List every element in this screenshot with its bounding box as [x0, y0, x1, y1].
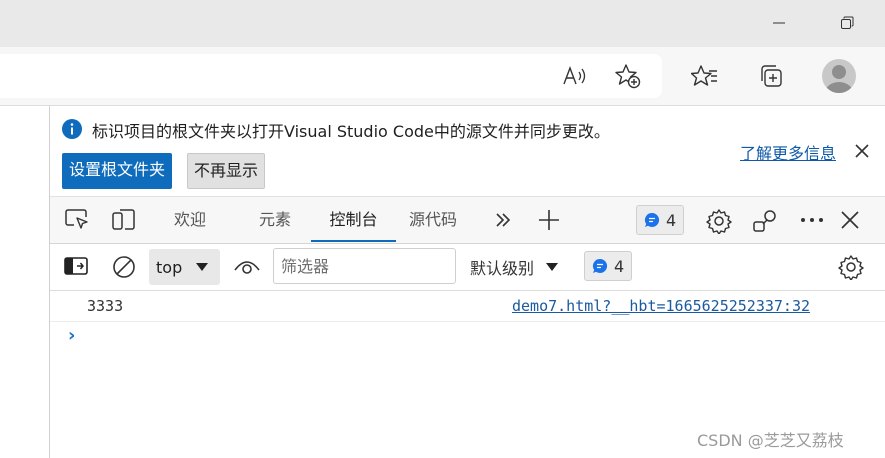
- tab-elements[interactable]: 元素: [259, 197, 291, 242]
- devtools-tabbar: 欢迎 元素 控制台 源代码 4: [50, 197, 885, 244]
- devtools-panel: 标识项目的根文件夹以打开Visual Studio Code中的源文件并同步更改…: [50, 106, 885, 458]
- collections-icon[interactable]: [754, 59, 788, 93]
- eye-icon[interactable]: [234, 258, 260, 276]
- console-message-text: 3333: [87, 297, 124, 315]
- more-tabs-icon[interactable]: [494, 211, 512, 229]
- issues-count: 4: [666, 210, 677, 230]
- learn-more-link[interactable]: 了解更多信息: [740, 140, 836, 164]
- profile-icon[interactable]: [822, 59, 856, 93]
- console-prompt[interactable]: ›: [68, 325, 75, 346]
- tab-sources[interactable]: 源代码: [409, 197, 457, 242]
- customize-icon[interactable]: [753, 209, 779, 233]
- infobar-message: 标识项目的根文件夹以打开Visual Studio Code中的源文件并同步更改…: [92, 122, 610, 141]
- window-titlebar: [0, 0, 885, 47]
- log-level-label: 默认级别: [470, 259, 535, 278]
- device-emulation-icon[interactable]: [112, 208, 138, 232]
- minimize-icon[interactable]: [767, 11, 791, 35]
- address-bar[interactable]: [0, 54, 662, 98]
- clear-icon[interactable]: [112, 255, 136, 279]
- settings-icon[interactable]: [706, 208, 732, 234]
- issues-icon: [592, 258, 608, 273]
- tab-welcome[interactable]: 欢迎: [174, 197, 206, 242]
- restore-icon[interactable]: [835, 11, 859, 35]
- set-root-folder-button[interactable]: 设置根文件夹: [62, 153, 173, 189]
- favorites-icon[interactable]: [688, 59, 722, 93]
- issues-count: 4: [614, 256, 625, 276]
- filter-input[interactable]: [273, 248, 456, 284]
- watermark: CSDN @芝芝又荔枝: [697, 431, 844, 450]
- page-viewport: [0, 106, 50, 458]
- console-message-row: 3333 demo7.html?__hbt=1665625252337:32: [50, 291, 885, 322]
- add-favorite-icon[interactable]: [611, 59, 645, 93]
- dropdown-icon: [546, 263, 559, 271]
- browser-toolbar: [0, 47, 885, 106]
- tab-console[interactable]: 控制台: [311, 197, 396, 242]
- console-source-link[interactable]: demo7.html?__hbt=1665625252337:32: [512, 297, 810, 315]
- log-level-select[interactable]: 默认级别: [470, 249, 559, 285]
- context-select[interactable]: top: [149, 249, 220, 285]
- inspect-icon[interactable]: [65, 209, 89, 231]
- context-value: top: [156, 257, 183, 277]
- issues-badge[interactable]: 4: [636, 205, 685, 235]
- info-icon: [62, 119, 82, 139]
- close-devtools-icon[interactable]: [841, 211, 859, 229]
- console-toolbar: top 默认级别 4: [50, 244, 885, 291]
- issues-icon: [644, 212, 660, 227]
- dont-show-again-button[interactable]: 不再显示: [187, 153, 266, 189]
- console-settings-icon[interactable]: [838, 254, 864, 280]
- sidebar-icon[interactable]: [64, 256, 88, 276]
- close-icon[interactable]: [855, 144, 869, 158]
- add-tab-icon[interactable]: [538, 209, 560, 231]
- dropdown-icon: [196, 263, 208, 271]
- read-aloud-icon[interactable]: [558, 59, 592, 93]
- more-icon[interactable]: [800, 217, 824, 223]
- infobar: 标识项目的根文件夹以打开Visual Studio Code中的源文件并同步更改…: [50, 106, 885, 197]
- issues-badge[interactable]: 4: [584, 251, 633, 281]
